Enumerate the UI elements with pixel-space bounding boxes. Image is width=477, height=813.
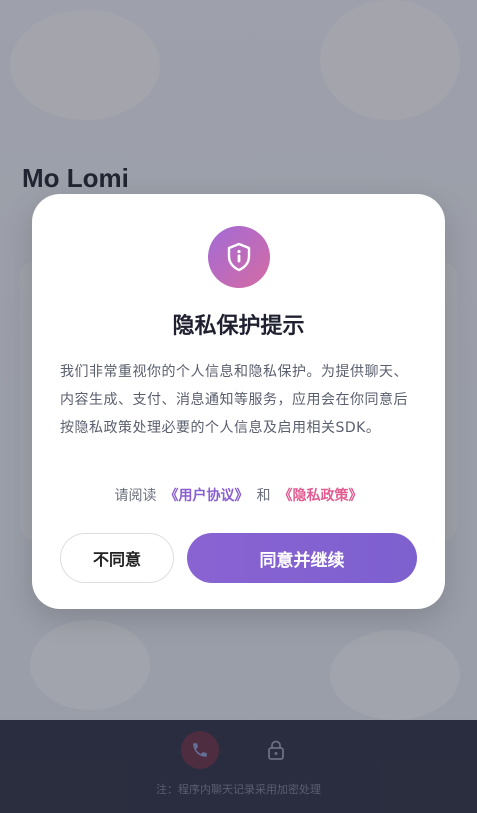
consent-and: 和 xyxy=(256,488,271,504)
shield-badge xyxy=(208,226,270,288)
dialog-title: 隐私保护提示 xyxy=(172,314,305,339)
shield-info-icon xyxy=(227,242,251,272)
consent-line: 请阅读 《用户协议》和《隐私政策》 xyxy=(32,485,445,505)
agree-continue-button[interactable]: 同意并继续 xyxy=(187,533,417,583)
disagree-button[interactable]: 不同意 xyxy=(60,533,174,583)
terms-link[interactable]: 《用户协议》 xyxy=(165,488,249,504)
dialog-body: 我们非常重视你的个人信息和隐私保护。为提供聊天、内容生成、支付、消息通知等服务，… xyxy=(60,364,408,436)
consent-prefix: 请阅读 xyxy=(114,488,157,504)
privacy-dialog: 隐私保护提示 我们非常重视你的个人信息和隐私保护。为提供聊天、内容生成、支付、消… xyxy=(32,194,445,609)
privacy-policy-link[interactable]: 《隐私政策》 xyxy=(279,488,363,504)
